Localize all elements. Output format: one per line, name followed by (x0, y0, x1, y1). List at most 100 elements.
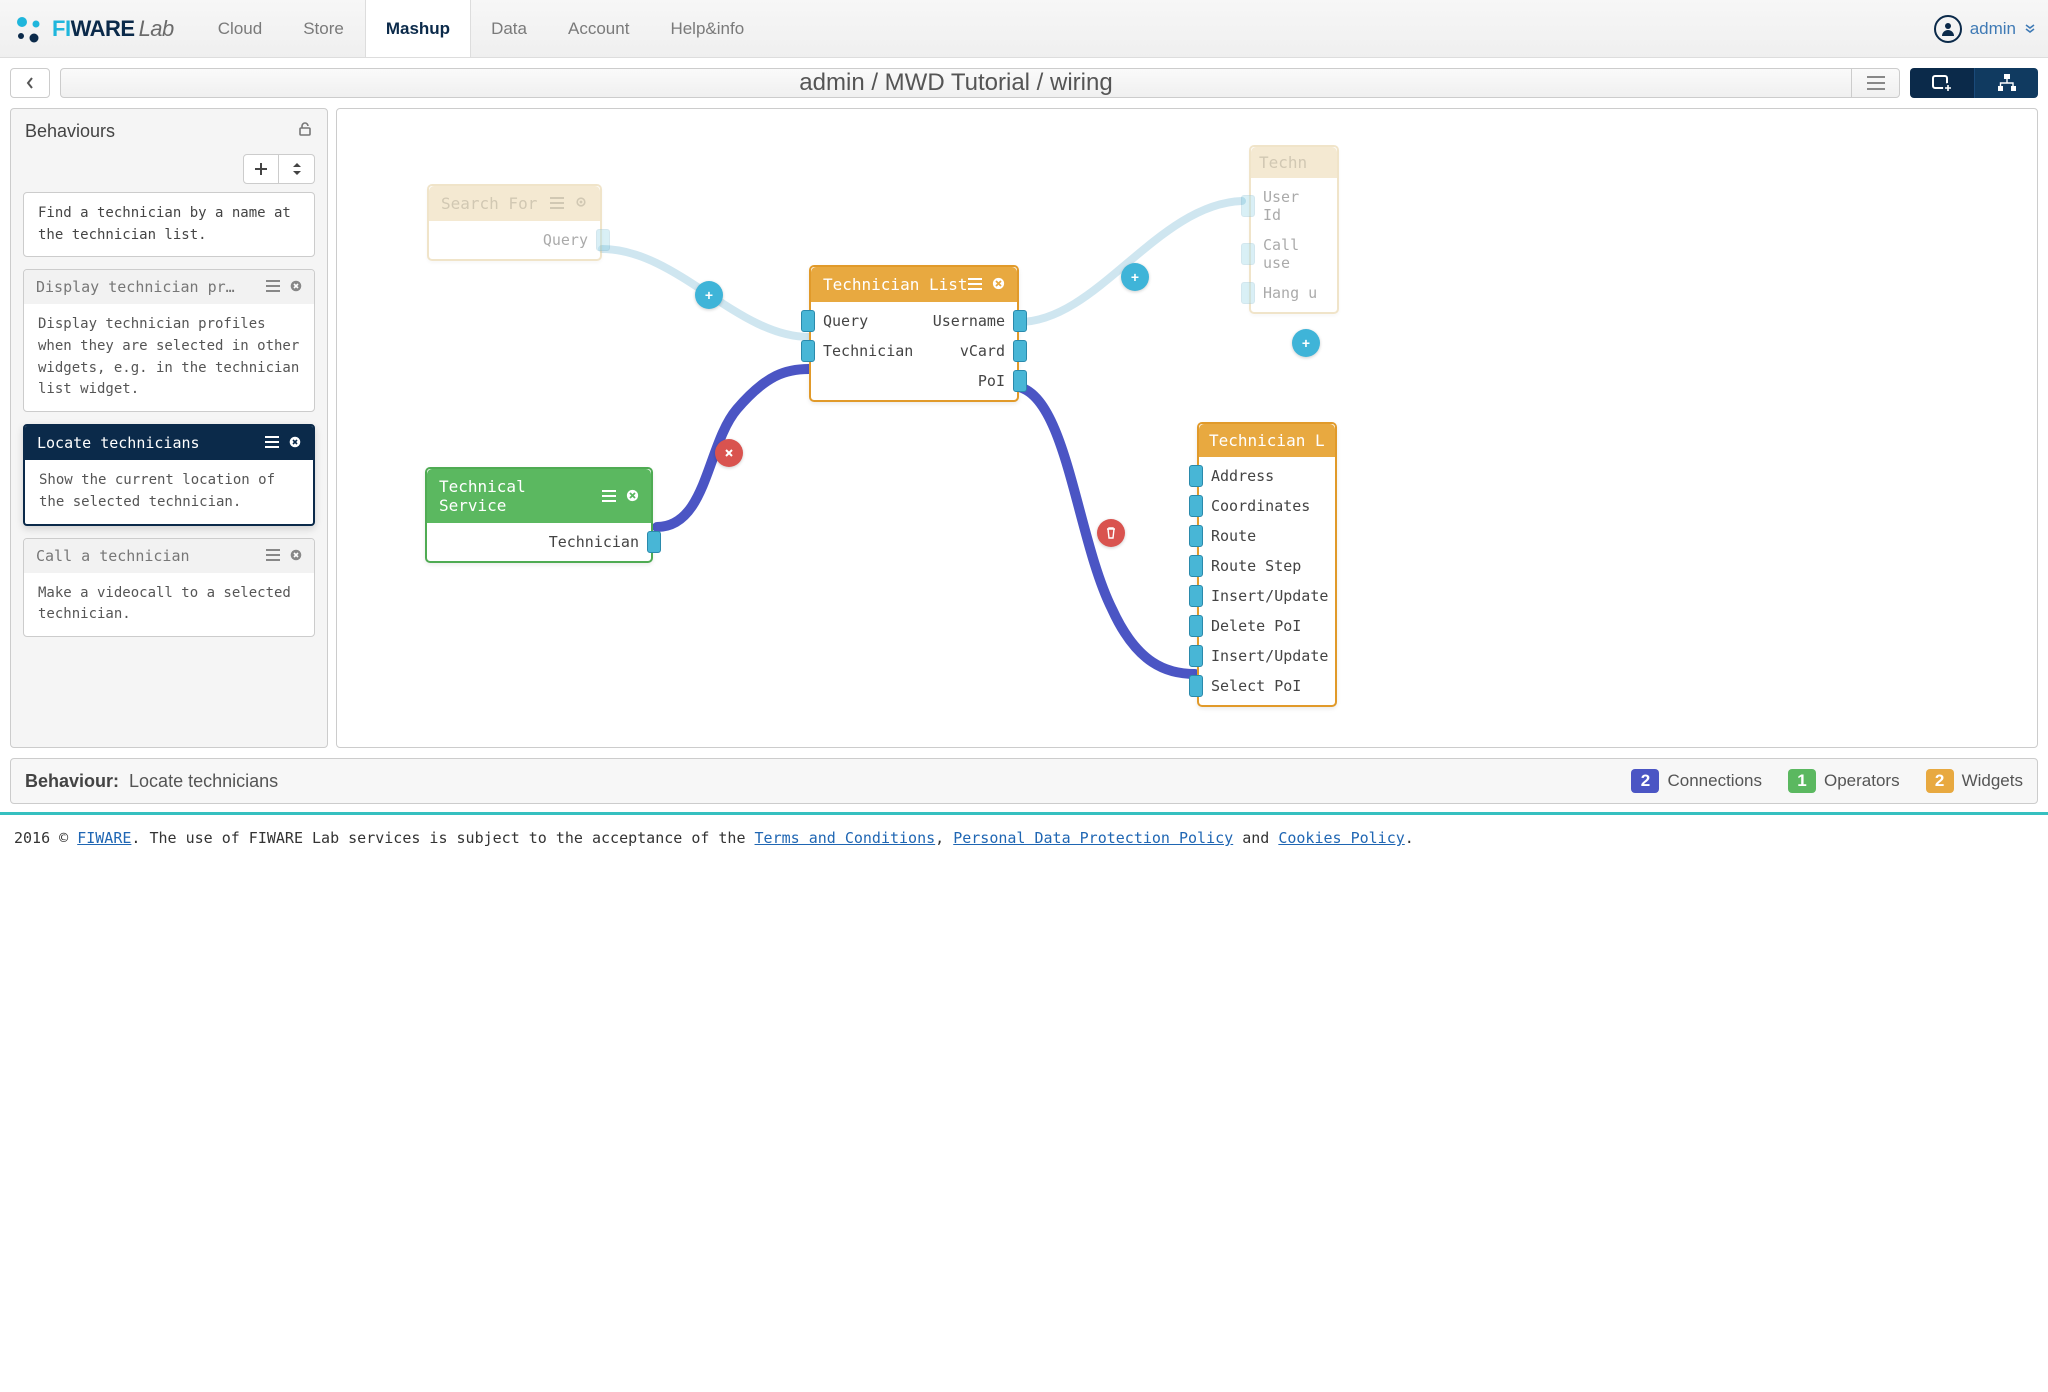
input-port[interactable] (1189, 615, 1203, 637)
node-search-for[interactable]: Search For Query (427, 184, 602, 261)
nav-data[interactable]: Data (471, 0, 548, 57)
node-technical-service[interactable]: Technical Service Technician (425, 467, 653, 563)
node-title: Technical Service (439, 477, 602, 515)
mode-toggle (1910, 68, 2038, 98)
node-output: Technician (427, 527, 651, 557)
node-techn-partial[interactable]: Techn User Id Call use Hang u (1249, 145, 1339, 314)
close-icon[interactable] (290, 547, 302, 565)
output-port[interactable] (1013, 310, 1027, 332)
delete-connection-button[interactable] (715, 439, 743, 467)
nav-store[interactable]: Store (283, 0, 365, 57)
sort-behaviours-button[interactable] (279, 154, 315, 184)
close-icon[interactable] (992, 275, 1005, 294)
drag-icon[interactable] (550, 194, 564, 213)
node-input: Route (1199, 521, 1335, 551)
nav-mashup[interactable]: Mashup (365, 0, 471, 57)
node-output: Query (429, 225, 600, 255)
input-port[interactable] (1241, 195, 1255, 217)
behaviour-description: Show the current location of the selecte… (25, 460, 313, 523)
wiring-canvas[interactable]: + + + Search For Query (336, 108, 2038, 748)
output-port[interactable] (647, 531, 661, 553)
input-port[interactable] (1189, 495, 1203, 517)
status-label: Behaviour: (25, 771, 119, 792)
input-port[interactable] (1189, 465, 1203, 487)
drag-icon[interactable] (968, 275, 982, 294)
mode-add-button[interactable] (1910, 68, 1974, 98)
output-port[interactable] (596, 229, 610, 251)
footer-link-cookies[interactable]: Cookies Policy (1278, 829, 1404, 847)
output-port[interactable] (1013, 370, 1027, 392)
close-icon[interactable] (626, 487, 639, 506)
add-connection-button[interactable]: + (1292, 329, 1320, 357)
stat-label: Operators (1824, 771, 1900, 791)
badge-count: 1 (1788, 769, 1816, 793)
user-menu[interactable]: admin (1934, 15, 2036, 43)
footer-link-terms[interactable]: Terms and Conditions (755, 829, 936, 847)
node-output: Username (933, 312, 1005, 330)
behaviour-card[interactable]: Find a technician by a name at the techn… (23, 192, 315, 257)
node-input: Query (823, 312, 868, 330)
footer-link-fiware[interactable]: FIWARE (77, 829, 131, 847)
brand-logo: FIWARELab (12, 12, 174, 46)
behaviour-card-selected[interactable]: Locate technicians Show the current loca… (23, 424, 315, 525)
nav-cloud[interactable]: Cloud (198, 0, 283, 57)
add-connection-button[interactable]: + (695, 281, 723, 309)
badge-count: 2 (1926, 769, 1954, 793)
stat-widgets: 2 Widgets (1926, 769, 2023, 793)
behaviour-title: Call a technician (36, 547, 190, 565)
delete-connection-button[interactable] (1097, 519, 1125, 547)
node-input: Coordinates (1199, 491, 1335, 521)
behaviours-title: Behaviours (25, 121, 115, 142)
drag-icon[interactable] (602, 487, 616, 506)
node-technician-list[interactable]: Technician List Query Username (809, 265, 1019, 402)
add-connection-button[interactable]: + (1121, 263, 1149, 291)
input-port[interactable] (1189, 585, 1203, 607)
user-name: admin (1970, 19, 2016, 39)
footer-divider (0, 812, 2048, 815)
behaviour-card[interactable]: Call a technician Make a videocall to a … (23, 538, 315, 637)
nav-helpinfo[interactable]: Help&info (650, 0, 765, 57)
node-input: Route Step (1199, 551, 1335, 581)
input-port[interactable] (1189, 675, 1203, 697)
node-output: vCard (960, 342, 1005, 360)
footer-link-privacy[interactable]: Personal Data Protection Policy (953, 829, 1233, 847)
back-button[interactable] (10, 68, 50, 98)
node-output: PoI (978, 372, 1005, 390)
input-port[interactable] (1241, 282, 1255, 304)
input-port[interactable] (1241, 243, 1255, 265)
input-port[interactable] (801, 340, 815, 362)
node-input: Insert/Update (1199, 581, 1335, 611)
close-icon[interactable] (289, 434, 301, 452)
toolbar: admin / MWD Tutorial / wiring (10, 68, 2038, 98)
input-port[interactable] (1189, 525, 1203, 547)
breadcrumb-menu-button[interactable] (1851, 69, 1899, 97)
input-port[interactable] (1189, 555, 1203, 577)
add-behaviour-button[interactable] (243, 154, 279, 184)
node-input: Technician (823, 342, 913, 360)
behaviour-card[interactable]: Display technician pr… Display technicia… (23, 269, 315, 412)
drag-icon[interactable] (265, 434, 279, 452)
unlock-icon[interactable] (297, 121, 313, 142)
nav-account[interactable]: Account (548, 0, 650, 57)
drag-icon[interactable] (266, 547, 280, 565)
close-icon[interactable] (290, 278, 302, 296)
node-title: Techn (1259, 153, 1307, 172)
output-port[interactable] (1013, 340, 1027, 362)
gear-icon[interactable] (574, 194, 588, 213)
behaviours-list[interactable]: Find a technician by a name at the techn… (11, 192, 327, 747)
behaviours-panel: Behaviours Find a technician by a name a… (10, 108, 328, 748)
input-port[interactable] (801, 310, 815, 332)
mode-hierarchy-button[interactable] (1974, 68, 2038, 98)
top-nav: FIWARELab Cloud Store Mashup Data Accoun… (0, 0, 2048, 58)
node-technician-l[interactable]: Technician L Address Coordinates Route R… (1197, 422, 1337, 707)
node-input: Hang u (1251, 278, 1337, 308)
behaviours-header: Behaviours (11, 109, 327, 154)
input-port[interactable] (1189, 645, 1203, 667)
behaviour-description: Make a videocall to a selected technicia… (24, 573, 314, 636)
drag-icon[interactable] (266, 278, 280, 296)
stat-label: Connections (1667, 771, 1762, 791)
breadcrumb: admin / MWD Tutorial / wiring (61, 69, 1851, 97)
breadcrumb-bar: admin / MWD Tutorial / wiring (60, 68, 1900, 98)
node-input: Select PoI (1199, 671, 1335, 701)
node-title: Technician L (1209, 431, 1325, 450)
